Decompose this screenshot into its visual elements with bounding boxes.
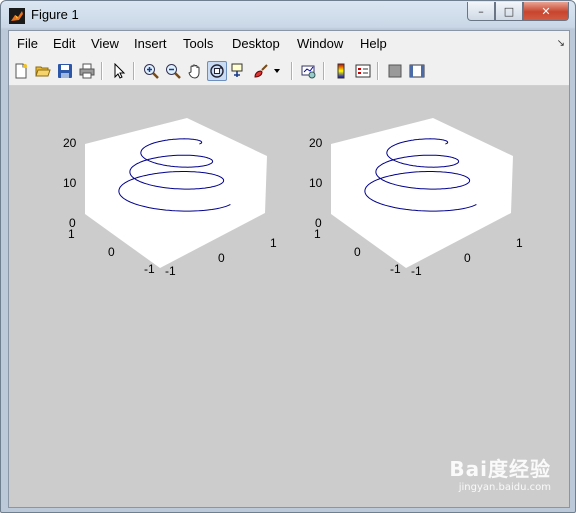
x-tick-0-left: 0 [218,251,225,265]
title-bar[interactable]: Figure 1 – □ ✕ [1,1,575,29]
minimize-button[interactable]: – [467,2,495,21]
axes-3d-right[interactable] [289,86,569,507]
window-title: Figure 1 [31,7,79,22]
hide-plot-tools-icon[interactable] [385,61,405,81]
insert-legend-icon[interactable] [353,61,373,81]
watermark-url: jingyan.baidu.com [458,482,551,493]
figure-toolbar [9,57,569,86]
save-icon[interactable] [55,61,75,81]
close-button[interactable]: ✕ [523,2,569,21]
x-tick-neg1-right: -1 [411,264,422,278]
matlab-icon [9,8,25,24]
menu-edit[interactable]: Edit [53,36,75,51]
print-icon[interactable] [77,61,97,81]
z-tick-10-right: 10 [309,176,323,190]
menu-desktop[interactable]: Desktop [232,36,280,51]
figure-canvas[interactable]: 20 10 0 1 0 -1 -1 0 1 20 10 0 1 0 -1 -1 … [9,86,569,507]
x-tick-neg1-left: -1 [165,264,176,278]
menu-bar: File Edit View Insert Tools Desktop Wind… [9,31,569,57]
link-plot-icon[interactable] [299,61,319,81]
edit-plot-arrow-icon[interactable] [109,61,129,81]
menu-help[interactable]: Help [360,36,387,51]
y-tick-neg1-right: -1 [390,262,401,276]
y-tick-0-right: 0 [354,245,361,259]
brush-icon[interactable] [251,61,271,81]
toolbar-separator [323,62,325,80]
insert-colorbar-icon[interactable] [331,61,351,81]
z-tick-20-right: 20 [309,136,323,150]
watermark-brand: Bai度经验 [449,457,551,481]
open-file-icon[interactable] [33,61,53,81]
toolbar-separator [291,62,293,80]
watermark: Bai度经验 jingyan.baidu.com [449,453,551,493]
figure-client-area: File Edit View Insert Tools Desktop Wind… [8,30,570,508]
y-tick-1-right: 1 [314,227,321,241]
rotate-3d-icon[interactable] [207,61,227,81]
show-plot-tools-icon[interactable] [407,61,427,81]
x-tick-1-left: 1 [270,236,277,250]
y-tick-1-left: 1 [68,227,75,241]
maximize-button[interactable]: □ [495,2,523,21]
z-tick-20-left: 20 [63,136,77,150]
x-tick-0-right: 0 [464,251,471,265]
x-tick-1-right: 1 [516,236,523,250]
menu-tools[interactable]: Tools [183,36,213,51]
menu-file[interactable]: File [17,36,38,51]
figure-window: Figure 1 – □ ✕ File Edit View Insert Too… [0,0,576,513]
pan-hand-icon[interactable] [185,61,205,81]
toolbar-separator [133,62,135,80]
new-figure-icon[interactable] [11,61,31,81]
zoom-in-icon[interactable] [141,61,161,81]
dock-figure-icon[interactable]: ↘ [557,38,565,49]
data-cursor-icon[interactable] [229,61,249,81]
z-tick-10-left: 10 [63,176,77,190]
zoom-out-icon[interactable] [163,61,183,81]
y-tick-0-left: 0 [108,245,115,259]
toolbar-separator [377,62,379,80]
menu-insert[interactable]: Insert [134,36,167,51]
brush-menu-arrow-icon[interactable] [271,61,283,81]
axes-3d-left[interactable] [9,86,289,507]
menu-window[interactable]: Window [297,36,343,51]
menu-view[interactable]: View [91,36,119,51]
y-tick-neg1-left: -1 [144,262,155,276]
toolbar-separator [101,62,103,80]
